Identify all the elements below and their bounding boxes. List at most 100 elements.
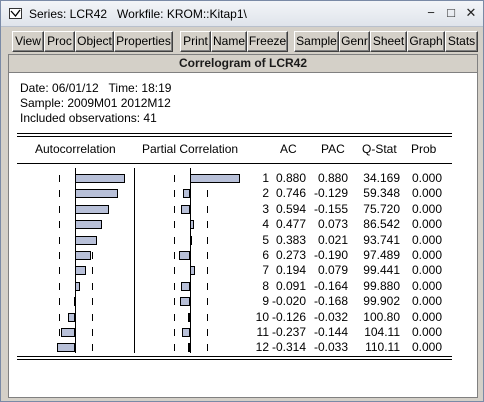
close-button[interactable]: ✕ bbox=[461, 4, 481, 22]
acf-confidence-bound bbox=[92, 282, 93, 290]
acf-bar bbox=[67, 312, 75, 322]
pacf-confidence-bound bbox=[207, 313, 208, 321]
pacf-confidence-bound bbox=[207, 252, 208, 259]
acf-bar bbox=[75, 251, 91, 260]
ac-cell: 0.383 bbox=[275, 232, 306, 247]
maximize-button[interactable]: □ bbox=[441, 4, 461, 22]
toolbar-graph-button[interactable]: Graph bbox=[407, 31, 445, 52]
qstat-cell: 93.741 bbox=[363, 232, 400, 247]
table-bottom-rule-double bbox=[17, 359, 452, 360]
qstat-cell: 104.11 bbox=[364, 325, 400, 339]
acf-confidence-bound bbox=[59, 329, 60, 336]
toolbar-object-button[interactable]: Object bbox=[75, 31, 114, 52]
acf-confidence-bound bbox=[92, 344, 93, 352]
acf-confidence-bound bbox=[59, 205, 60, 213]
series-window-icon bbox=[9, 8, 22, 19]
toolbar-name-button[interactable]: Name bbox=[211, 31, 247, 52]
qstat-cell: 34.169 bbox=[363, 171, 400, 185]
acf-bar bbox=[75, 266, 87, 276]
ac-cell: -0.126 bbox=[271, 309, 306, 324]
pac-header: PAC bbox=[321, 142, 345, 156]
prob-cell: 0.000 bbox=[411, 278, 442, 293]
ac-cell: 0.594 bbox=[275, 201, 306, 216]
pac-cell: 0.021 bbox=[317, 232, 348, 247]
pac-cell: -0.164 bbox=[313, 278, 348, 293]
pacf-confidence-bound bbox=[174, 282, 175, 290]
pacf-confidence-bound bbox=[174, 298, 175, 306]
pacf-confidence-bound bbox=[174, 190, 175, 198]
toolbar-view-button[interactable]: View bbox=[12, 31, 44, 52]
qstat-cell: 59.348 bbox=[363, 186, 400, 201]
pac-cell: 0.073 bbox=[317, 217, 348, 232]
pac-cell: -0.168 bbox=[313, 294, 348, 309]
pacf-confidence-bound bbox=[174, 329, 175, 336]
pacf-bar bbox=[188, 312, 191, 322]
pacf-bar bbox=[188, 343, 191, 353]
toolbar-sheet-button[interactable]: Sheet bbox=[370, 31, 407, 52]
acf-bar bbox=[57, 343, 75, 353]
ac-cell: -0.020 bbox=[271, 294, 306, 309]
date-line: Date: 06/01/12 Time: 18:19 bbox=[20, 81, 172, 95]
acf-confidence-bound bbox=[92, 267, 93, 275]
acf-confidence-bound bbox=[59, 190, 60, 198]
prob-cell: 0.000 bbox=[411, 217, 442, 232]
toolbar-freeze-button[interactable]: Freeze bbox=[247, 31, 288, 52]
pacf-bar bbox=[190, 266, 195, 276]
prob-cell: 0.000 bbox=[411, 171, 442, 185]
prob-cell: 0.000 bbox=[411, 340, 442, 355]
prob-cell: 0.000 bbox=[411, 186, 442, 201]
acf-confidence-bound bbox=[92, 298, 93, 306]
pac-cell: 0.880 bbox=[317, 171, 348, 185]
autocorrelation-header: Autocorrelation bbox=[35, 142, 116, 156]
qstat-cell: 99.441 bbox=[363, 263, 400, 278]
ac-header: AC bbox=[280, 142, 297, 156]
acf-bar bbox=[61, 328, 75, 337]
output-title: Correlogram of LCR42 bbox=[9, 55, 477, 73]
pacf-confidence-bound bbox=[207, 190, 208, 198]
sample-line: Sample: 2009M01 2012M12 bbox=[20, 96, 171, 110]
pacf-bar bbox=[180, 281, 190, 291]
acf-bar bbox=[75, 204, 109, 214]
ac-cell: 0.091 bbox=[275, 278, 306, 293]
prob-cell: 0.000 bbox=[411, 232, 442, 247]
toolbar-proc-button[interactable]: Proc bbox=[44, 31, 75, 52]
qstat-header: Q-Stat bbox=[362, 142, 397, 156]
correlogram-output[interactable]: Correlogram of LCR42 Date: 06/01/12 Time… bbox=[8, 54, 478, 398]
ac-cell: 0.194 bbox=[275, 263, 306, 278]
toolbar-genr-button[interactable]: Genr bbox=[339, 31, 370, 52]
pac-cell: -0.129 bbox=[313, 186, 348, 201]
acf-confidence-bound bbox=[59, 282, 60, 290]
title-bar[interactable]: Series: LCR42 Workfile: KROM::Kitap1\ − … bbox=[1, 1, 483, 27]
pac-cell: -0.032 bbox=[313, 309, 348, 324]
pacf-confidence-bound bbox=[174, 313, 175, 321]
pacf-confidence-bound bbox=[174, 236, 175, 244]
pacf-bar bbox=[190, 220, 195, 230]
toolbar-print-button[interactable]: Print bbox=[180, 31, 211, 52]
header-rule bbox=[17, 163, 452, 164]
pacf-bar bbox=[181, 204, 190, 214]
acf-confidence-bound bbox=[59, 267, 60, 275]
column-separator bbox=[134, 168, 135, 353]
acf-confidence-bound bbox=[92, 313, 93, 321]
acf-bar bbox=[75, 220, 103, 230]
ac-cell: -0.314 bbox=[271, 340, 306, 355]
prob-cell: 0.000 bbox=[411, 294, 442, 309]
acf-confidence-bound bbox=[59, 313, 60, 321]
acf-confidence-bound bbox=[59, 252, 60, 259]
pacf-confidence-bound bbox=[207, 236, 208, 244]
pacf-confidence-bound bbox=[207, 282, 208, 290]
pac-cell: -0.190 bbox=[313, 248, 348, 262]
prob-cell: 0.000 bbox=[411, 325, 442, 339]
toolbar-properties-button[interactable]: Properties bbox=[114, 31, 173, 52]
acf-bar bbox=[75, 281, 81, 291]
qstat-cell: 75.720 bbox=[363, 201, 400, 216]
toolbar-sample-button[interactable]: Sample bbox=[294, 31, 339, 52]
prob-cell: 0.000 bbox=[411, 248, 442, 262]
minimize-button[interactable]: − bbox=[421, 4, 441, 22]
pacf-confidence-bound bbox=[207, 205, 208, 213]
acf-bar bbox=[75, 189, 118, 199]
toolbar-stats-button[interactable]: Stats bbox=[445, 31, 478, 52]
pacf-bar bbox=[181, 328, 190, 337]
ac-cell: -0.237 bbox=[271, 325, 306, 339]
window-title: Series: LCR42 Workfile: KROM::Kitap1\ bbox=[29, 7, 247, 21]
